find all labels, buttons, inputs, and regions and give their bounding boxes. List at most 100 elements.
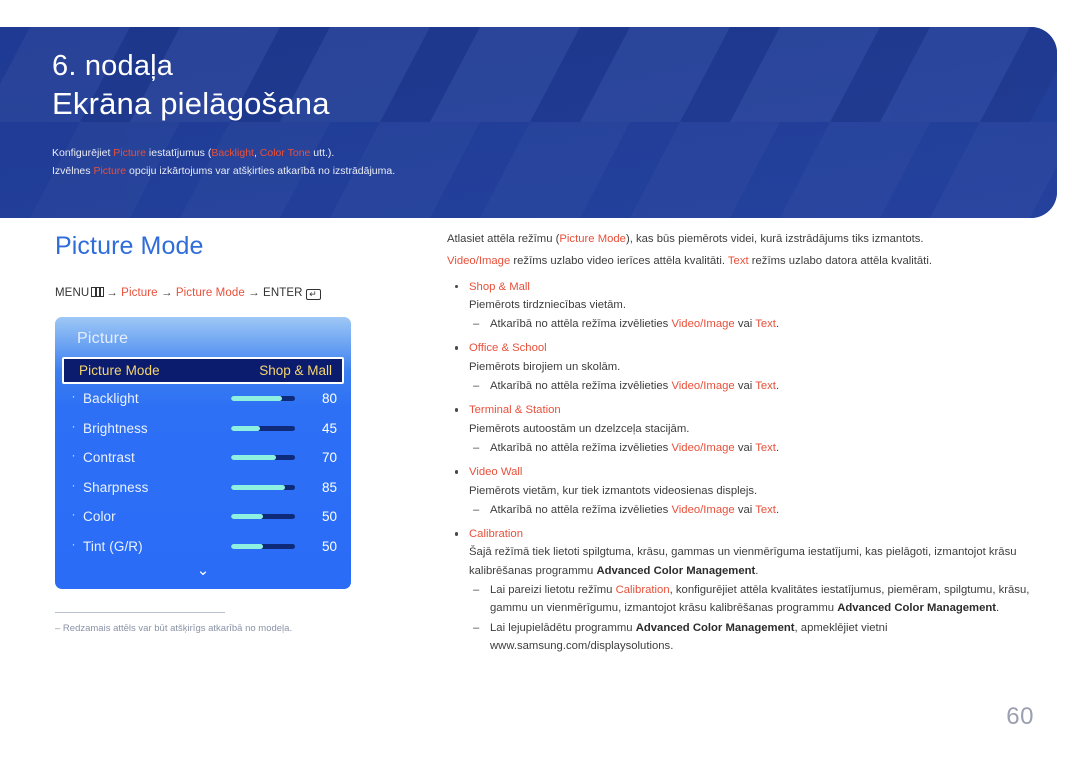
osd-slider-fill bbox=[231, 484, 286, 490]
mode-list-item: Video Wall Piemērots vietām, kur tiek izm… bbox=[447, 463, 1037, 519]
osd-row[interactable]: · Tint (G/R) 50 bbox=[55, 532, 351, 562]
breadcrumb-arrow-3: → bbox=[248, 287, 260, 299]
mode-sub-item: Lai pareizi lietotu režīmu Calibration, … bbox=[469, 581, 1037, 618]
intro-paragraph-1: Atlasiet attēla režīmu (Picture Mode), k… bbox=[447, 230, 1037, 248]
intro1-text-b: ), kas būs piemērots videi, kurā izstrād… bbox=[625, 233, 924, 245]
bullet-dot-icon: · bbox=[71, 448, 76, 463]
breadcrumb: MENU → Picture → Picture Mode → ENTER ↵ bbox=[55, 287, 415, 300]
sub-text-b: vai bbox=[734, 380, 756, 393]
osd-row-label: Picture Mode bbox=[79, 363, 160, 378]
osd-row-slider[interactable] bbox=[231, 543, 295, 549]
mode-list-item-calibration: Calibration Šajā režīmā tiek lietoti spil… bbox=[447, 525, 1037, 655]
breadcrumb-item-picture-mode[interactable]: Picture Mode bbox=[176, 287, 245, 299]
osd-row-value: 80 bbox=[321, 391, 337, 407]
note1-keyword-picture: Picture bbox=[113, 147, 146, 160]
osd-slider-fill bbox=[231, 514, 263, 520]
note2-text-b: opciju izkārtojums var atšķirties atkarī… bbox=[126, 164, 396, 177]
bullet-dot-icon: · bbox=[71, 536, 76, 551]
osd-row-slider[interactable] bbox=[231, 396, 295, 402]
mode-title: Terminal & Station bbox=[469, 404, 561, 417]
note1-keyword-color-tone: Color Tone bbox=[259, 147, 311, 160]
osd-row[interactable]: · Brightness 45 bbox=[55, 414, 351, 444]
chevron-down-icon[interactable]: ⌄ bbox=[55, 561, 351, 583]
page-title: Picture Mode bbox=[55, 232, 204, 260]
mode-sub-list: Atkarībā no attēla režīma izvēlieties Vi… bbox=[469, 501, 1037, 520]
mode-sub-list: Atkarībā no attēla režīma izvēlieties Vi… bbox=[469, 377, 1037, 396]
sub-text-a: Atkarībā no attēla režīma izvēlieties bbox=[490, 318, 672, 331]
chapter-title: Ekrāna pielāgošana bbox=[52, 86, 330, 122]
note2-text-a: Izvēlnes bbox=[52, 164, 94, 177]
sub-keyword-1: Video/Image bbox=[671, 318, 735, 331]
left-column: Picture Mode MENU → Picture → Picture Mod… bbox=[55, 232, 415, 589]
banner-note-line-2: Izvēlnes Picture opciju izkārtojums var … bbox=[52, 163, 1057, 180]
mode-title: Shop & Mall bbox=[469, 280, 530, 293]
osd-picture-menu: Picture Picture Mode Shop & Mall · Backli… bbox=[55, 317, 351, 589]
bullet-dot-icon: · bbox=[71, 418, 76, 433]
chapter-banner: 6. nodaļa Ekrāna pielāgošana Konfigurēji… bbox=[0, 27, 1057, 218]
mode-sub-item: Lai lejupielādētu programmu Advanced Col… bbox=[469, 619, 1037, 656]
osd-row-value: 70 bbox=[321, 450, 337, 466]
page-number: 60 bbox=[1006, 703, 1034, 730]
footnote: ‒ Redzamais attēls var būt atšķirīgs atk… bbox=[55, 612, 385, 635]
intro2-keyword-text: Text bbox=[727, 255, 749, 268]
picture-mode-list: Shop & Mall Piemērots tirdzniecības vietā… bbox=[447, 278, 1037, 656]
mode-sub-list: Atkarībā no attēla režīma izvēlieties Vi… bbox=[469, 315, 1037, 334]
sub-keyword-2: Text bbox=[755, 318, 776, 331]
breadcrumb-arrow-2: → bbox=[160, 287, 173, 299]
banner-note-line-1: Konfigurējiet Picture iestatījumus (Back… bbox=[52, 145, 1057, 162]
mode-title: Office & School bbox=[469, 342, 547, 355]
osd-row-slider[interactable] bbox=[231, 455, 295, 461]
breadcrumb-item-picture[interactable]: Picture bbox=[121, 287, 158, 299]
sub-keyword-2: Text bbox=[755, 503, 776, 516]
breadcrumb-menu-label: MENU bbox=[55, 287, 90, 299]
osd-row-label: Tint (G/R) bbox=[83, 538, 143, 554]
osd-row-slider[interactable] bbox=[231, 514, 295, 520]
mode-sub-item: Atkarībā no attēla režīma izvēlieties Vi… bbox=[469, 315, 1037, 334]
footnote-divider bbox=[55, 612, 225, 613]
intro2-text-a: režīms uzlabo video ierīces attēla kvali… bbox=[510, 255, 728, 268]
calib-sub1-a: Lai pareizi lietotu režīmu bbox=[490, 584, 616, 597]
mode-list-item: Terminal & Station Piemērots autoostām un… bbox=[447, 401, 1037, 458]
osd-row-value: 50 bbox=[321, 538, 337, 554]
osd-menu-title: Picture bbox=[77, 330, 129, 347]
osd-slider-fill bbox=[231, 543, 263, 549]
osd-row-value: 85 bbox=[321, 479, 337, 495]
mode-sub-item: Atkarībā no attēla režīma izvēlieties Vi… bbox=[469, 377, 1037, 396]
osd-row[interactable]: · Backlight 80 bbox=[55, 384, 351, 414]
bullet-dot-icon: · bbox=[71, 477, 76, 492]
mode-sub-item: Atkarībā no attēla režīma izvēlieties Vi… bbox=[469, 501, 1037, 520]
mode-description: Piemērots tirdzniecības vietām. bbox=[469, 298, 626, 311]
calib-sub1-c: . bbox=[996, 602, 1000, 615]
note1-keyword-backlight: Backlight bbox=[211, 147, 254, 160]
sub-text-c: . bbox=[775, 503, 780, 516]
intro-paragraph-2: Video/Image režīms uzlabo video ierīces … bbox=[447, 252, 1037, 270]
banner-notes: Konfigurējiet Picture iestatījumus (Back… bbox=[52, 145, 1057, 180]
osd-row-slider[interactable] bbox=[231, 484, 295, 490]
sub-text-b: vai bbox=[734, 503, 756, 516]
mode-description: Šajā režīmā tiek lietoti spilgtuma, krās… bbox=[469, 543, 1037, 580]
mode-title: Calibration bbox=[469, 528, 524, 541]
mode-description: Piemērots vietām, kur tiek izmantots vid… bbox=[469, 484, 758, 497]
osd-slider-fill bbox=[231, 396, 283, 402]
sub-text-a: Atkarībā no attēla režīma izvēlieties bbox=[490, 441, 672, 454]
enter-key-icon: ↵ bbox=[305, 289, 321, 300]
calib-sub2-a: Lai lejupielādētu programmu bbox=[490, 621, 636, 634]
osd-row[interactable]: · Contrast 70 bbox=[55, 443, 351, 473]
osd-row[interactable]: · Color 50 bbox=[55, 502, 351, 532]
osd-row-slider[interactable] bbox=[231, 425, 295, 431]
mode-list-item: Shop & Mall Piemērots tirdzniecības vietā… bbox=[447, 278, 1037, 334]
sub-text-a: Atkarībā no attēla režīma izvēlieties bbox=[490, 503, 672, 516]
intro2-keyword-video-image: Video/Image bbox=[447, 255, 511, 268]
osd-slider-fill bbox=[231, 455, 276, 461]
breadcrumb-arrow-1: → bbox=[106, 287, 118, 299]
mode-sub-list: Atkarībā no attēla režīma izvēlieties Vi… bbox=[469, 439, 1037, 458]
menu-grid-icon bbox=[91, 287, 105, 297]
osd-row-picture-mode[interactable]: Picture Mode Shop & Mall bbox=[62, 357, 344, 384]
sub-text-b: vai bbox=[734, 441, 756, 454]
mode-list-item: Office & School Piemērots birojiem un sko… bbox=[447, 339, 1037, 396]
sub-keyword-1: Video/Image bbox=[671, 503, 735, 516]
breadcrumb-enter-label: ENTER bbox=[263, 287, 303, 299]
sub-text-a: Atkarībā no attēla režīma izvēlieties bbox=[490, 380, 672, 393]
sub-text-c: . bbox=[775, 441, 780, 454]
osd-row[interactable]: · Sharpness 85 bbox=[55, 473, 351, 503]
